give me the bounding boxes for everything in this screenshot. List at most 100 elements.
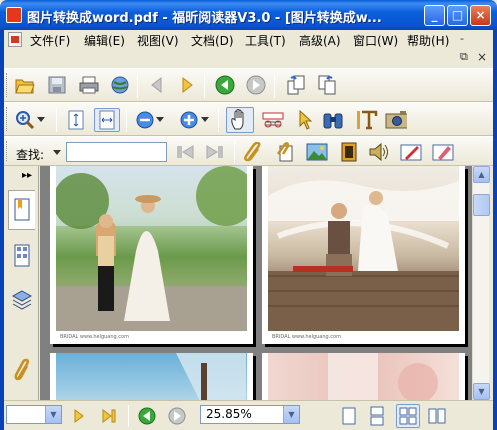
status-go-forward-icon[interactable] bbox=[166, 405, 188, 427]
zoom-in-magnifier-icon[interactable] bbox=[14, 109, 36, 131]
menu-window[interactable]: 窗口(W) bbox=[353, 32, 398, 49]
window-title: 图片转换成word.pdf - 福昕阅读器V3.0 - [图片转换成w... bbox=[27, 11, 382, 26]
zoom-value: 25.85% bbox=[206, 407, 252, 421]
wedding-photo bbox=[56, 166, 247, 331]
separator bbox=[234, 141, 235, 163]
wedding-photo bbox=[56, 353, 247, 400]
zoom-combo[interactable]: 25.85% ▼ bbox=[200, 405, 300, 424]
file-toolbar bbox=[4, 68, 493, 102]
document-view[interactable]: BRIDAL www.helguang.com BRIDAL www.helgu… bbox=[40, 166, 472, 400]
close-button[interactable]: × bbox=[470, 5, 491, 26]
menu-file[interactable]: 文件(F) bbox=[30, 32, 70, 49]
toolbar-grip[interactable] bbox=[6, 141, 9, 161]
scroll-down-arrow-icon[interactable]: ▼ bbox=[473, 383, 490, 400]
print-icon[interactable] bbox=[78, 74, 100, 96]
toolbar-grip[interactable] bbox=[6, 73, 9, 97]
page-thumbnails-tab-icon[interactable] bbox=[8, 236, 35, 276]
page-combo-arrow-icon[interactable]: ▼ bbox=[45, 406, 61, 423]
title-bar: 图片转换成word.pdf - 福昕阅读器V3.0 - [图片转换成w... _… bbox=[0, 0, 497, 30]
page-thumbnail[interactable]: BRIDAL www.helguang.com bbox=[50, 166, 253, 344]
find-options-arrow-icon[interactable] bbox=[52, 142, 62, 164]
mdi-close-button[interactable]: × bbox=[477, 50, 487, 64]
previous-page-icon[interactable] bbox=[146, 74, 168, 96]
page-footer-text: BRIDAL www.helguang.com bbox=[272, 334, 341, 340]
menu-document[interactable]: 文档(D) bbox=[191, 32, 234, 49]
page-number-combo[interactable]: ▼ bbox=[6, 405, 62, 424]
zoom-out-icon[interactable] bbox=[134, 109, 156, 131]
status-next-page-icon[interactable] bbox=[68, 405, 90, 427]
page-thumbnail[interactable]: BRIDAL www.helguang.com bbox=[262, 166, 465, 344]
mdi-minimize-button[interactable]: - bbox=[460, 32, 464, 45]
find-input[interactable] bbox=[66, 142, 167, 162]
email-globe-icon[interactable] bbox=[109, 74, 131, 96]
navigation-sidebar: ▸▸ bbox=[4, 166, 39, 400]
scroll-thumb[interactable] bbox=[473, 194, 490, 216]
mdi-restore-button[interactable]: ⧉ bbox=[460, 50, 468, 64]
separator bbox=[56, 108, 57, 132]
minimize-button[interactable]: _ bbox=[424, 5, 445, 26]
menu-help[interactable]: 帮助(H) bbox=[407, 32, 449, 49]
hand-tool-icon[interactable] bbox=[226, 107, 254, 133]
sound-speaker-icon[interactable] bbox=[368, 141, 390, 163]
separator bbox=[274, 74, 275, 98]
expand-sidebar-icon[interactable]: ▸▸ bbox=[22, 170, 32, 181]
maximize-button[interactable]: □ bbox=[447, 5, 468, 26]
separator bbox=[137, 74, 138, 98]
menu-advanced[interactable]: 高级(A) bbox=[299, 32, 341, 49]
status-bar: ▼ 25.85% ▼ bbox=[4, 400, 493, 430]
pencil-draw-icon[interactable] bbox=[400, 141, 422, 163]
image-icon[interactable] bbox=[306, 141, 328, 163]
zoom-in-icon[interactable] bbox=[178, 109, 200, 131]
vertical-scrollbar[interactable]: ▲ ▼ bbox=[472, 166, 490, 400]
page-thumbnail[interactable] bbox=[50, 353, 253, 400]
menu-edit[interactable]: 编辑(E) bbox=[84, 32, 125, 49]
scroll-up-arrow-icon[interactable]: ▲ bbox=[473, 166, 490, 183]
bookmarks-tab-icon[interactable] bbox=[8, 190, 35, 230]
attachments-tab-icon[interactable] bbox=[8, 350, 35, 390]
find-previous-icon[interactable] bbox=[174, 141, 196, 163]
window-frame-right bbox=[493, 30, 497, 430]
zoom-dropdown-arrow-icon[interactable] bbox=[36, 109, 46, 131]
fit-width-icon[interactable] bbox=[94, 108, 120, 132]
video-film-icon[interactable] bbox=[338, 141, 360, 163]
find-next-icon[interactable] bbox=[204, 141, 226, 163]
separator bbox=[204, 74, 205, 98]
binoculars-icon[interactable] bbox=[322, 109, 344, 131]
menu-tools[interactable]: 工具(T) bbox=[245, 32, 286, 49]
layers-tab-icon[interactable] bbox=[8, 280, 35, 320]
rotate-right-icon[interactable] bbox=[316, 74, 338, 96]
snapshot-camera-icon[interactable] bbox=[385, 109, 407, 131]
paperclip-icon[interactable] bbox=[242, 141, 264, 163]
facing-continuous-view-icon[interactable] bbox=[396, 404, 420, 428]
page-thumbnail[interactable] bbox=[262, 353, 465, 400]
page-footer-text: BRIDAL www.helguang.com bbox=[60, 334, 129, 340]
zoom-in-dropdown-arrow-icon[interactable] bbox=[200, 109, 210, 131]
next-page-icon[interactable] bbox=[176, 74, 198, 96]
go-back-icon[interactable] bbox=[214, 74, 236, 96]
single-page-view-icon[interactable] bbox=[338, 405, 360, 427]
open-folder-icon[interactable] bbox=[14, 74, 36, 96]
zoom-combo-arrow-icon[interactable]: ▼ bbox=[283, 406, 299, 423]
eraser-icon[interactable] bbox=[432, 141, 454, 163]
pointer-arrow-icon[interactable] bbox=[294, 109, 316, 131]
menu-view[interactable]: 视图(V) bbox=[137, 32, 179, 49]
status-go-back-icon[interactable] bbox=[136, 405, 158, 427]
text-tool-icon[interactable] bbox=[356, 109, 378, 131]
zoom-out-dropdown-arrow-icon[interactable] bbox=[155, 109, 165, 131]
find-toolbar: 查找: bbox=[4, 136, 493, 166]
document-icon[interactable] bbox=[8, 32, 22, 47]
go-forward-icon[interactable] bbox=[245, 74, 267, 96]
toolbar-grip[interactable] bbox=[6, 107, 9, 131]
separator bbox=[218, 108, 219, 132]
facing-view-icon[interactable] bbox=[426, 405, 448, 427]
text-select-icon[interactable] bbox=[262, 109, 284, 131]
rotate-left-icon[interactable] bbox=[285, 74, 307, 96]
save-icon[interactable] bbox=[46, 74, 68, 96]
continuous-view-icon[interactable] bbox=[366, 405, 388, 427]
view-toolbar bbox=[4, 102, 493, 136]
attach-file-icon[interactable] bbox=[274, 141, 296, 163]
app-icon bbox=[6, 7, 22, 23]
fit-page-icon[interactable] bbox=[64, 108, 88, 132]
last-page-icon[interactable] bbox=[98, 405, 120, 427]
wedding-photo bbox=[268, 166, 459, 331]
